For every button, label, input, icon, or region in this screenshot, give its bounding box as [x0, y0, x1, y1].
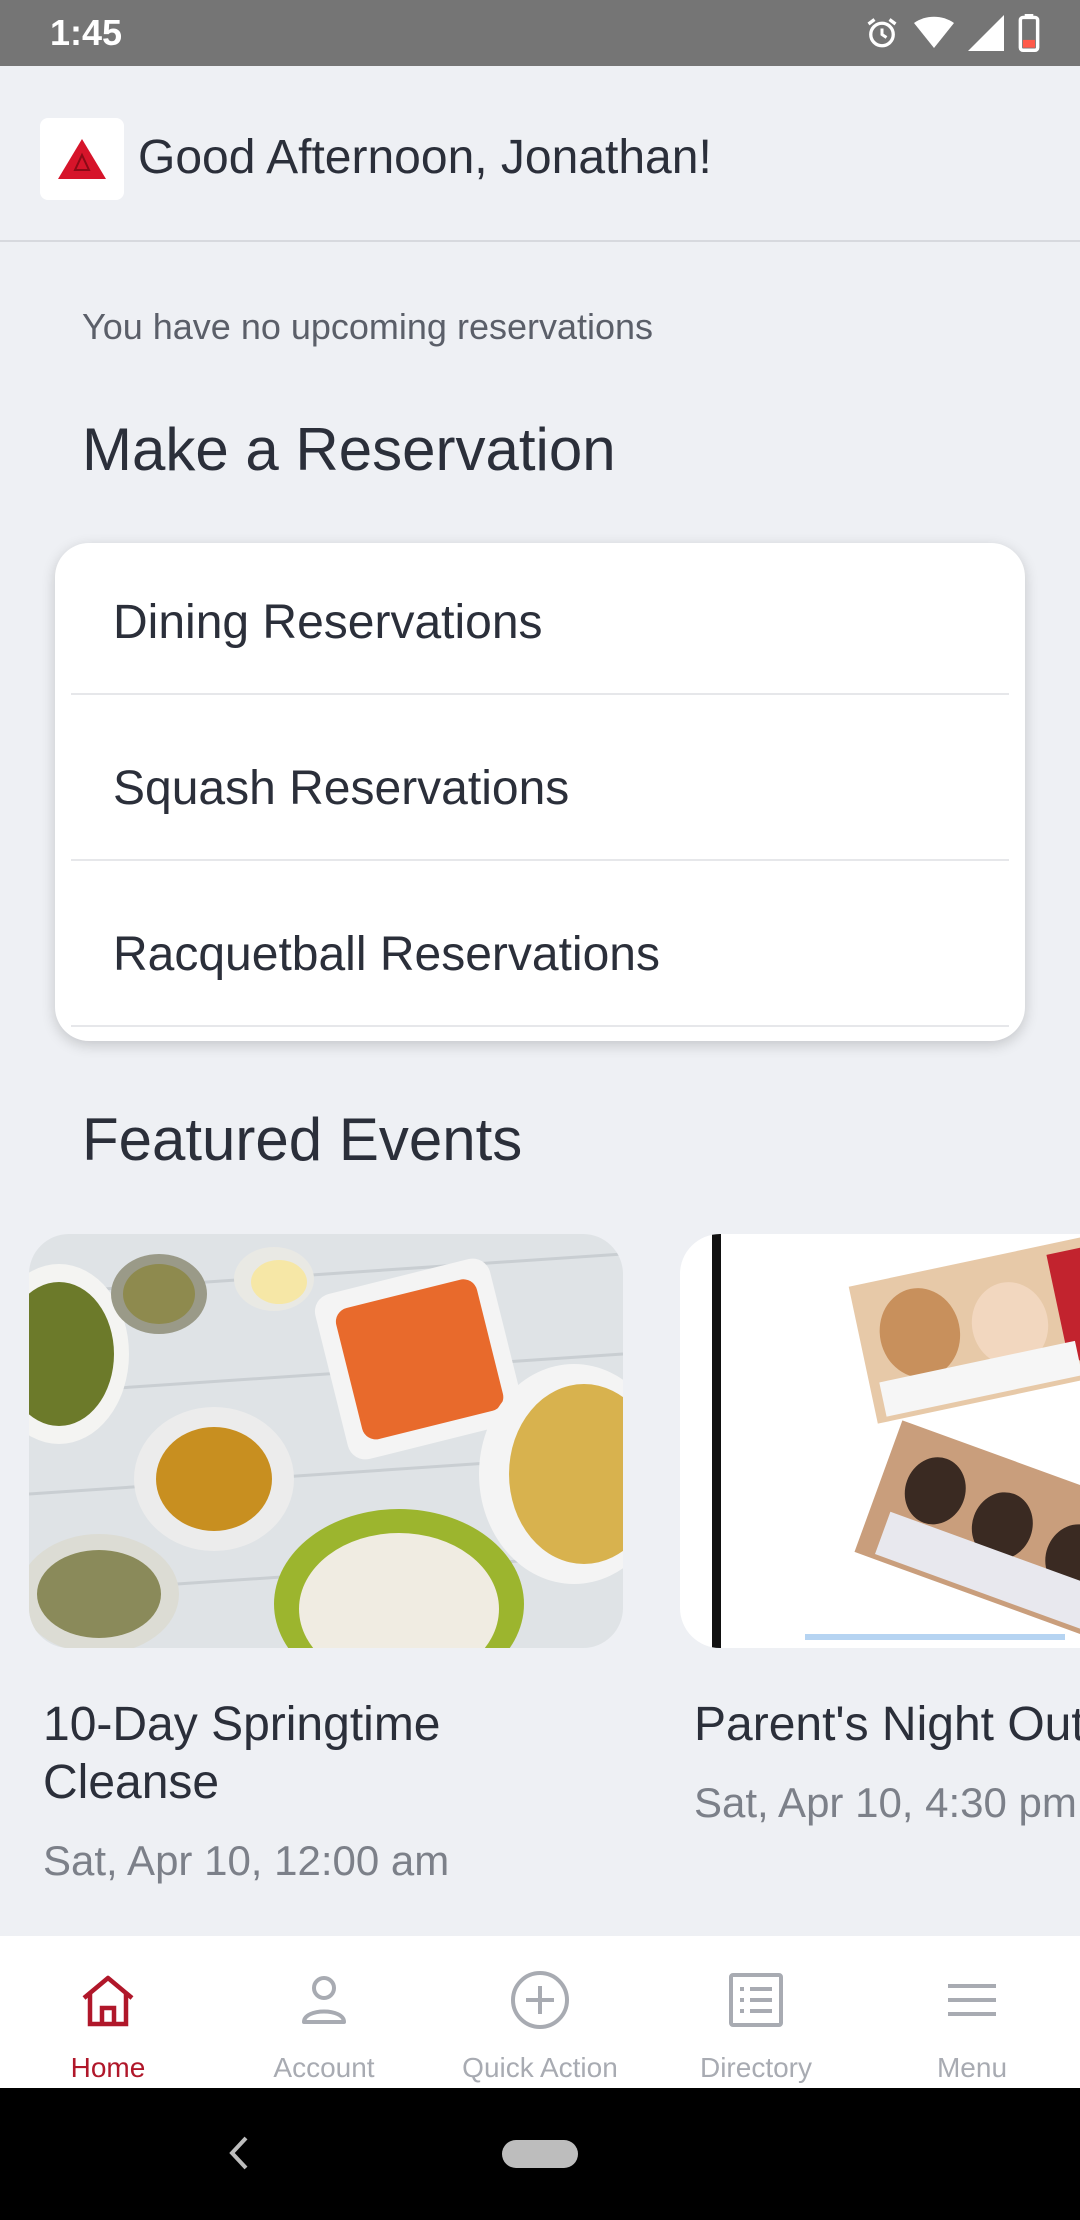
- event-image-spices: [29, 1234, 623, 1648]
- event-title: 10-Day Springtime Cleanse: [43, 1698, 441, 1809]
- featured-events-carousel[interactable]: 10-Day Springtime Cleanse Sat, Apr 10, 1…: [0, 1234, 1080, 1894]
- nav-quick-action[interactable]: Quick Action: [432, 1936, 648, 2088]
- status-bar: 1:45: [0, 0, 1080, 66]
- nav-label: Home: [70, 2052, 146, 2083]
- reservation-item-label: Dining Reservations: [113, 596, 543, 649]
- make-reservation-title: Make a Reservation: [82, 416, 616, 483]
- home-icon: [82, 1975, 134, 2027]
- reservation-item-label: Racquetball Reservations: [113, 928, 660, 981]
- nav-label: Menu: [936, 2052, 1008, 2083]
- person-icon: [302, 1976, 346, 2024]
- app-header: Good Afternoon, Jonathan!: [0, 66, 1080, 242]
- featured-events-title: Featured Events: [82, 1106, 523, 1173]
- status-time: 1:45: [50, 12, 123, 53]
- hamburger-icon: [948, 1984, 996, 2016]
- event-image-children: [680, 1234, 1080, 1648]
- divider: [71, 1025, 1009, 1027]
- dining-reservations-item[interactable]: Dining Reservations: [55, 543, 1025, 708]
- no-reservations-message: You have no upcoming reservations: [82, 306, 654, 347]
- club-logo[interactable]: [40, 118, 124, 200]
- nav-label: Quick Action: [462, 2052, 618, 2083]
- triangle-logo-icon: [58, 139, 106, 179]
- event-title: Parent's Night Out: [694, 1698, 1080, 1751]
- divider: [71, 693, 1009, 695]
- home-pill[interactable]: [502, 2140, 578, 2168]
- event-date: Sat, Apr 10, 4:30 pm: [694, 1779, 1077, 1826]
- plus-circle-icon: [511, 1971, 569, 2029]
- racquetball-reservations-item[interactable]: Racquetball Reservations: [55, 875, 1025, 1040]
- greeting-title: Good Afternoon, Jonathan!: [138, 131, 712, 184]
- alarm-icon: [867, 18, 897, 48]
- nav-directory[interactable]: Directory: [648, 1936, 864, 2088]
- status-icons: [864, 14, 1040, 52]
- reservation-item-label: Squash Reservations: [113, 762, 570, 815]
- reservation-list-card: Dining Reservations Squash Reservations …: [55, 543, 1025, 1041]
- event-card-parents-night-out[interactable]: Parent's Night Out Sat, Apr 10, 4:30 pm: [680, 1234, 1080, 1826]
- signal-icon: [968, 15, 1004, 51]
- back-icon[interactable]: [224, 2128, 254, 2178]
- battery-icon: [1018, 14, 1040, 52]
- nav-label: Directory: [699, 2052, 812, 2083]
- event-card-springtime-cleanse[interactable]: 10-Day Springtime Cleanse Sat, Apr 10, 1…: [29, 1234, 623, 1884]
- wifi-icon: [914, 16, 954, 48]
- nav-account[interactable]: Account: [216, 1936, 432, 2088]
- system-nav-bar: [0, 2088, 1080, 2220]
- divider: [71, 859, 1009, 861]
- nav-label: Account: [273, 2052, 375, 2083]
- bottom-nav: Home Account Quick Action Directory Menu: [0, 1936, 1080, 2088]
- nav-home[interactable]: Home: [0, 1936, 216, 2088]
- nav-menu[interactable]: Menu: [864, 1936, 1080, 2088]
- squash-reservations-item[interactable]: Squash Reservations: [55, 709, 1025, 874]
- list-icon: [729, 1973, 783, 2027]
- event-date: Sat, Apr 10, 12:00 am: [43, 1837, 450, 1884]
